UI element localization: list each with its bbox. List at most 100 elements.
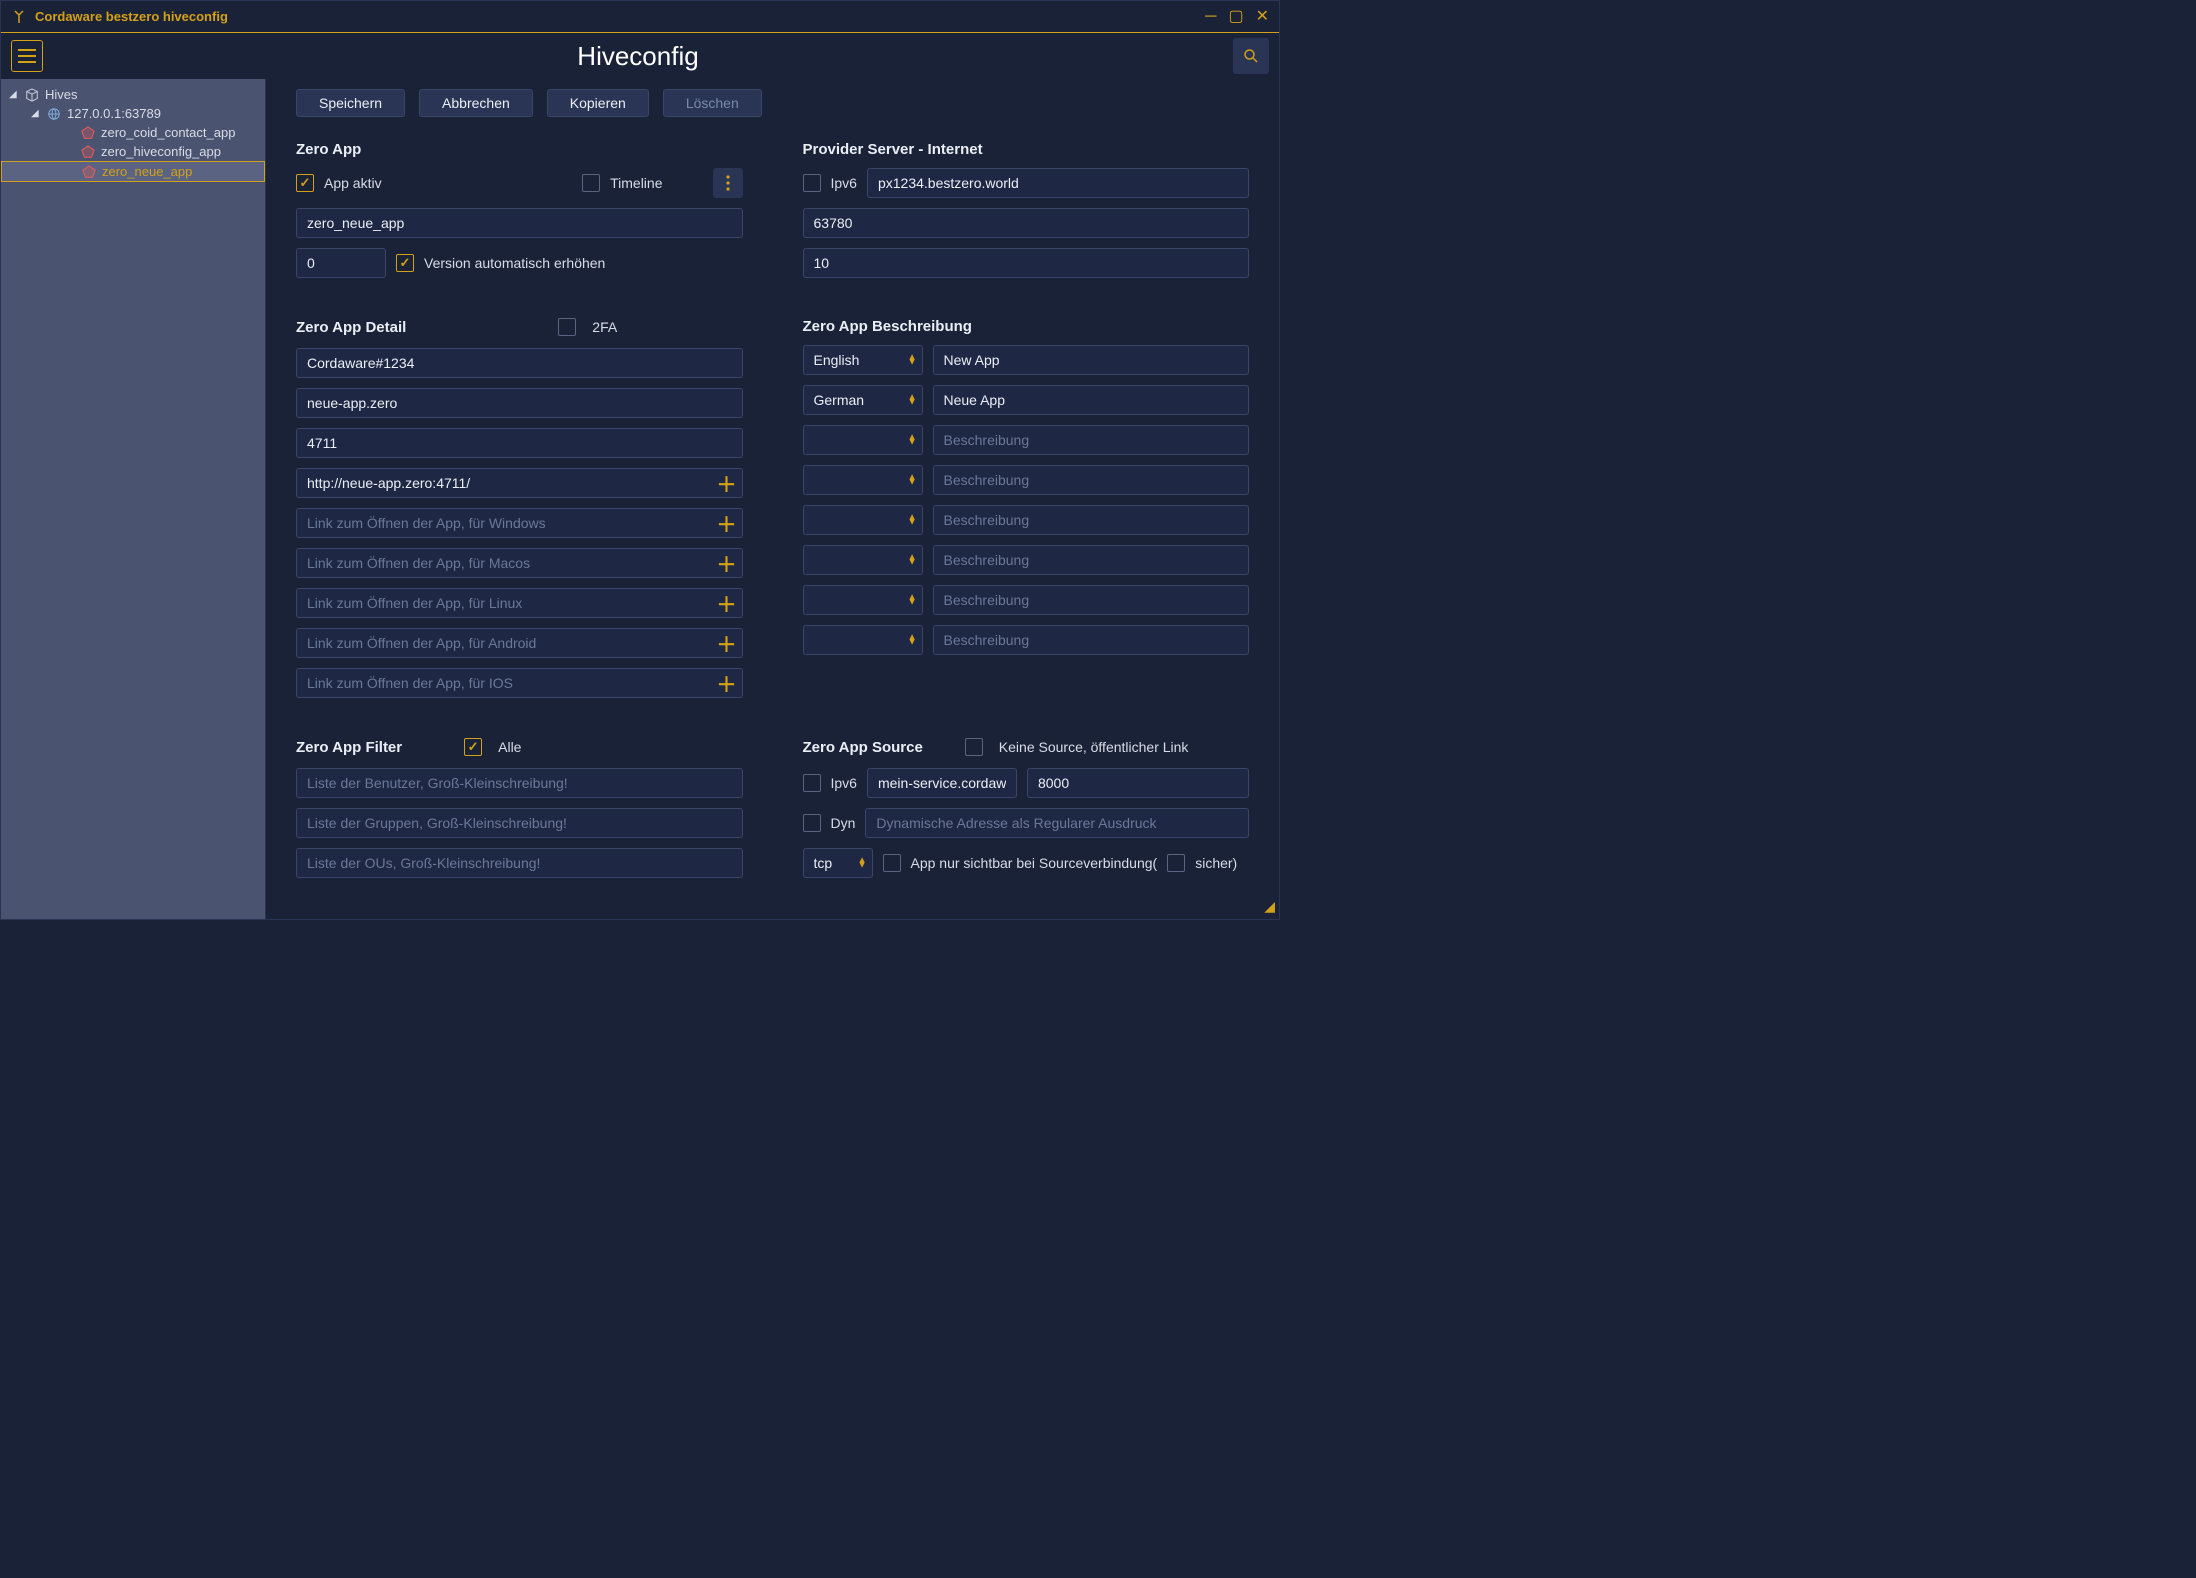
spinner-icon[interactable]: ▲▼ — [908, 635, 917, 646]
app-icon — [82, 165, 96, 179]
desc-input[interactable] — [933, 465, 1250, 495]
auto-version-label: Version automatisch erhöhen — [424, 255, 605, 271]
dyn-label: Dyn — [831, 815, 856, 831]
filter-all-checkbox[interactable] — [464, 738, 482, 756]
lang-select[interactable] — [803, 345, 923, 375]
tree-label: zero_hiveconfig_app — [101, 144, 221, 159]
desc-input[interactable] — [933, 425, 1250, 455]
spinner-icon[interactable]: ▲▼ — [908, 355, 917, 366]
app-icon — [81, 126, 95, 140]
version-input[interactable] — [296, 248, 386, 278]
tree-app-item-selected[interactable]: zero_neue_app — [1, 161, 265, 182]
lang-select[interactable] — [803, 385, 923, 415]
app-active-checkbox[interactable] — [296, 174, 314, 192]
safe-checkbox[interactable] — [1167, 854, 1185, 872]
provider-port-input[interactable] — [803, 208, 1250, 238]
no-source-label: Keine Source, öffentlicher Link — [999, 739, 1189, 755]
provider-ipv6-label: Ipv6 — [831, 175, 857, 191]
tree-app-item[interactable]: zero_coid_contact_app — [1, 123, 265, 142]
source-ipv6-checkbox[interactable] — [803, 774, 821, 792]
tree-app-item[interactable]: zero_hiveconfig_app — [1, 142, 265, 161]
visibility-label: App nur sichtbar bei Sourceverbindung( — [911, 855, 1158, 871]
spinner-icon[interactable]: ▲▼ — [908, 595, 917, 606]
filter-all-label: Alle — [498, 739, 521, 755]
cube-icon — [25, 88, 39, 102]
add-link-button[interactable]: ＋ — [717, 589, 737, 618]
no-source-checkbox[interactable] — [965, 738, 983, 756]
desc-input[interactable] — [933, 505, 1250, 535]
maximize-button[interactable]: ▢ — [1228, 9, 1243, 25]
menu-button[interactable] — [11, 40, 43, 72]
add-link-button[interactable]: ＋ — [717, 669, 737, 698]
section-title: Zero App Detail — [296, 319, 406, 336]
tree-label: zero_coid_contact_app — [101, 125, 235, 140]
section-title: Zero App Source — [803, 739, 923, 756]
close-button[interactable]: ✕ — [1256, 9, 1269, 25]
lang-select[interactable] — [803, 505, 923, 535]
provider-host-input[interactable] — [867, 168, 1249, 198]
filter-users-input[interactable] — [296, 768, 743, 798]
provider-ipv6-checkbox[interactable] — [803, 174, 821, 192]
more-button[interactable] — [713, 168, 743, 198]
add-link-button[interactable]: ＋ — [717, 629, 737, 658]
search-button[interactable] — [1233, 38, 1269, 74]
resize-grip[interactable]: ◢ — [1264, 898, 1275, 915]
desc-input[interactable] — [933, 545, 1250, 575]
source-port-input[interactable] — [1027, 768, 1249, 798]
lang-select[interactable] — [803, 425, 923, 455]
desc-input[interactable] — [933, 625, 1250, 655]
detail-input-0[interactable] — [296, 348, 743, 378]
desc-input[interactable] — [933, 345, 1250, 375]
spinner-icon[interactable]: ▲▼ — [858, 858, 867, 869]
dyn-input[interactable] — [865, 808, 1249, 838]
spinner-icon[interactable]: ▲▼ — [908, 435, 917, 446]
link-macos-input[interactable] — [296, 548, 743, 578]
tree-label: zero_neue_app — [102, 164, 192, 179]
dyn-checkbox[interactable] — [803, 814, 821, 832]
minimize-button[interactable]: ─ — [1205, 9, 1216, 25]
tree-root-hives[interactable]: ◢ Hives — [1, 85, 265, 104]
twofa-checkbox[interactable] — [558, 318, 576, 336]
visibility-checkbox[interactable] — [883, 854, 901, 872]
spinner-icon[interactable]: ▲▼ — [908, 515, 917, 526]
provider-retries-input[interactable] — [803, 248, 1250, 278]
lang-select[interactable] — [803, 585, 923, 615]
source-section: Zero App Source Keine Source, öffentlich… — [803, 738, 1250, 888]
timeline-checkbox[interactable] — [582, 174, 600, 192]
twofa-label: 2FA — [592, 319, 617, 335]
detail-input-2[interactable] — [296, 428, 743, 458]
app-name-input[interactable] — [296, 208, 743, 238]
app-title: Cordaware bestzero hiveconfig — [35, 9, 228, 24]
add-link-button[interactable]: ＋ — [717, 509, 737, 538]
desc-input[interactable] — [933, 585, 1250, 615]
sidebar: ◢ Hives ◢ 127.0.0.1:63789 zero_coid_cont… — [1, 79, 266, 919]
spinner-icon[interactable]: ▲▼ — [908, 555, 917, 566]
lang-select[interactable] — [803, 625, 923, 655]
window-controls: ─ ▢ ✕ — [1205, 9, 1269, 25]
filter-groups-input[interactable] — [296, 808, 743, 838]
section-title: Zero App — [296, 141, 743, 158]
lang-select[interactable] — [803, 545, 923, 575]
spinner-icon[interactable]: ▲▼ — [908, 475, 917, 486]
source-host-input[interactable] — [867, 768, 1017, 798]
lang-select[interactable] — [803, 465, 923, 495]
desc-input[interactable] — [933, 385, 1250, 415]
auto-version-checkbox[interactable] — [396, 254, 414, 272]
link-windows-input[interactable] — [296, 508, 743, 538]
link-android-input[interactable] — [296, 628, 743, 658]
link-ios-input[interactable] — [296, 668, 743, 698]
tree-host[interactable]: ◢ 127.0.0.1:63789 — [1, 104, 265, 123]
link-linux-input[interactable] — [296, 588, 743, 618]
filter-ous-input[interactable] — [296, 848, 743, 878]
spinner-icon[interactable]: ▲▼ — [908, 395, 917, 406]
copy-button[interactable]: Kopieren — [547, 89, 649, 117]
chevron-down-icon: ◢ — [31, 108, 41, 119]
cancel-button[interactable]: Abbrechen — [419, 89, 533, 117]
add-link-button[interactable]: ＋ — [717, 549, 737, 578]
detail-url-input[interactable] — [296, 468, 743, 498]
chevron-down-icon: ◢ — [9, 89, 19, 100]
description-section: Zero App Beschreibung ▲▼ ▲▼ ▲▼ ▲▼ ▲▼ ▲▼ … — [803, 318, 1250, 708]
add-url-button[interactable]: ＋ — [717, 469, 737, 498]
detail-input-1[interactable] — [296, 388, 743, 418]
save-button[interactable]: Speichern — [296, 89, 405, 117]
